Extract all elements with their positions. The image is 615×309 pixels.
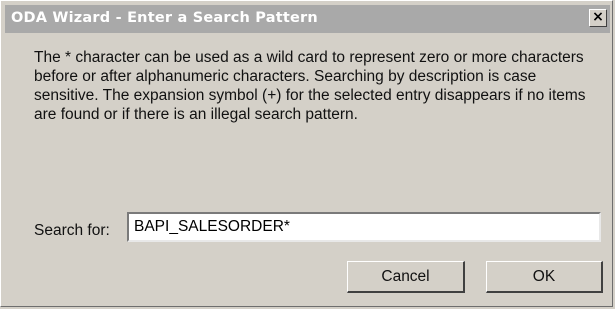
search-label: Search for: [34,222,110,239]
cancel-button[interactable]: Cancel [347,261,465,293]
ok-button[interactable]: OK [486,261,603,293]
search-input[interactable] [127,212,601,242]
close-button[interactable]: × [589,9,607,27]
search-pattern-dialog: ODA Wizard - Enter a Search Pattern × Th… [0,0,613,307]
window-title: ODA Wizard - Enter a Search Pattern [11,10,318,26]
instructions-text: The * character can be used as a wild ca… [34,49,586,123]
title-bar[interactable]: ODA Wizard - Enter a Search Pattern × [5,5,610,33]
close-icon: × [592,9,604,25]
